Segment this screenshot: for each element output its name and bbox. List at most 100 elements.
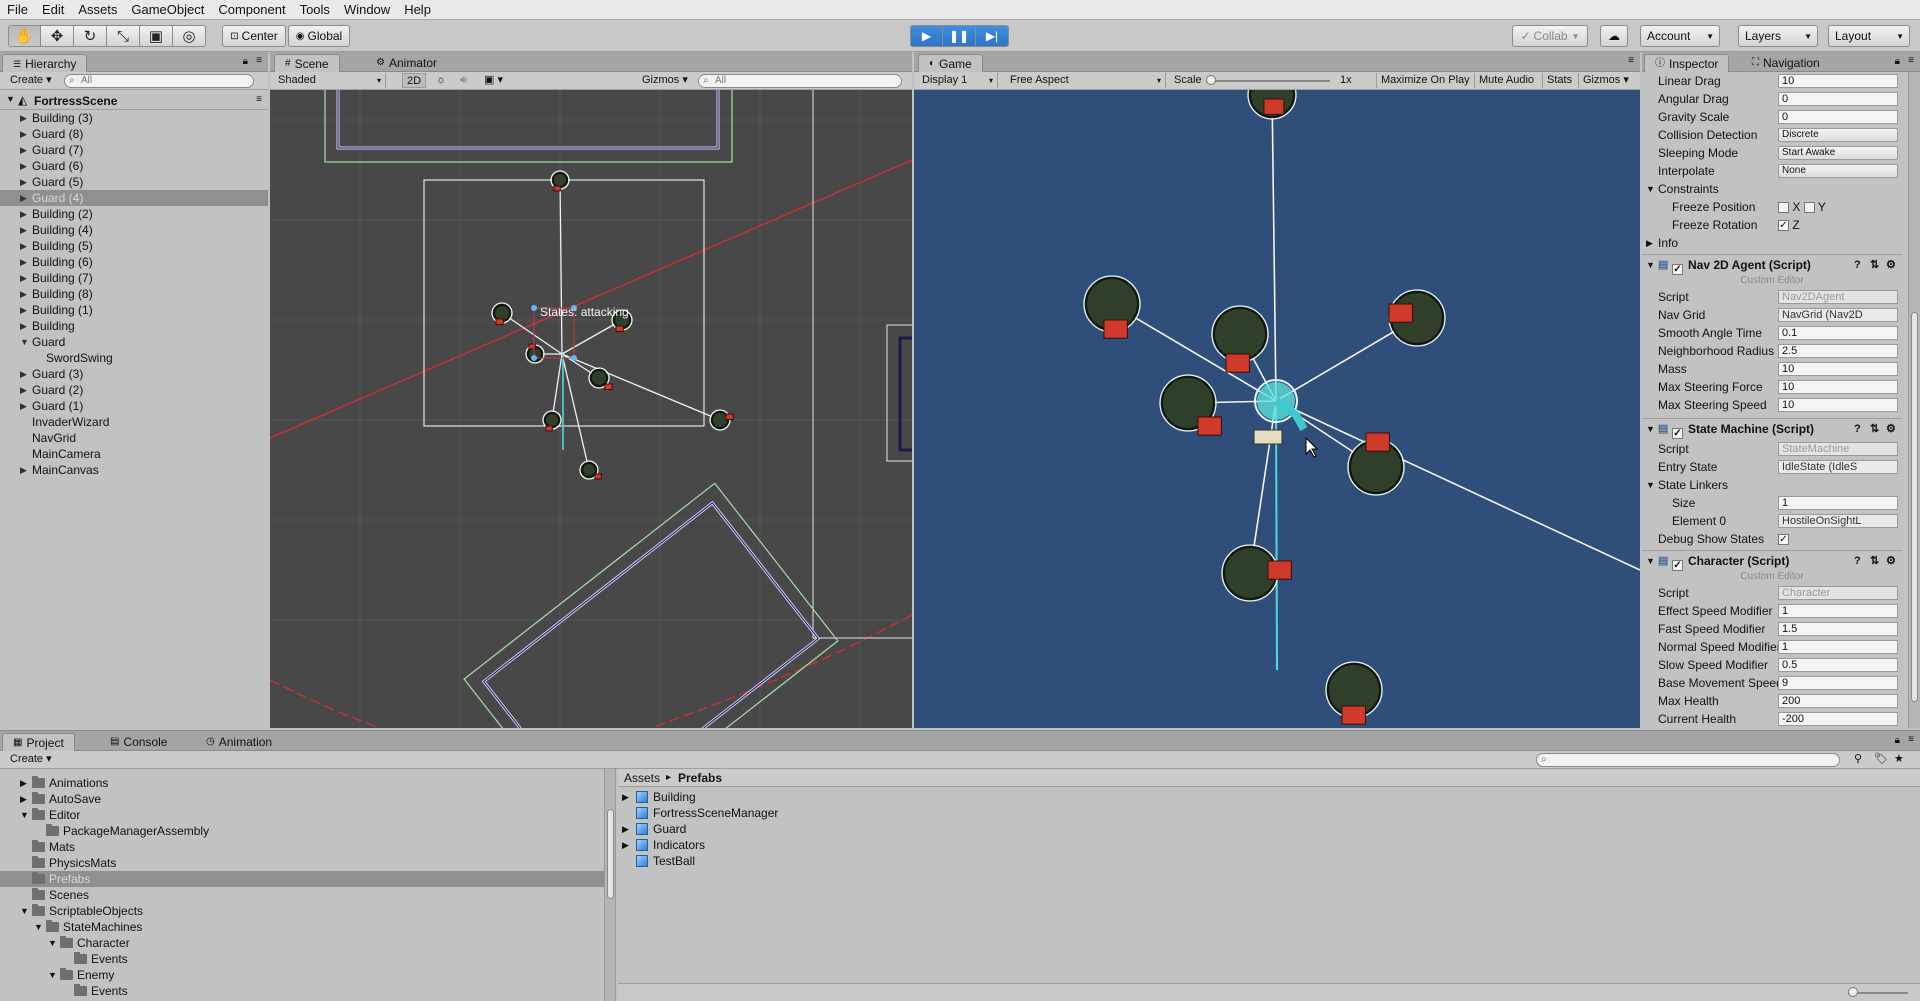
- scene-gizmos-dropdown[interactable]: Gizmos ▾: [638, 73, 692, 88]
- asset-item[interactable]: ▶ Indicators: [618, 837, 1218, 853]
- tab-animator[interactable]: ⚙ Animator: [366, 54, 447, 72]
- hierarchy-item[interactable]: ▶ Building (3): [0, 110, 268, 126]
- collapse-arrow-icon[interactable]: ▶: [20, 382, 30, 398]
- field-input[interactable]: 0.5: [1778, 658, 1898, 672]
- object-field[interactable]: HostileOnSightL: [1778, 514, 1898, 528]
- hierarchy-item[interactable]: ▶ MainCanvas: [0, 462, 268, 478]
- expand-arrow-icon[interactable]: ▼: [48, 967, 57, 983]
- field-input[interactable]: -200: [1778, 712, 1898, 726]
- hierarchy-item[interactable]: ▶ Guard (1): [0, 398, 268, 414]
- folder-item[interactable]: ▶ AutoSave: [0, 791, 604, 807]
- hand-tool-icon[interactable]: ✋: [8, 25, 41, 47]
- asset-item[interactable]: ▶ Building: [618, 789, 1218, 805]
- folder-tree-scrollbar[interactable]: [604, 769, 616, 1001]
- collapse-arrow-icon[interactable]: ▶: [20, 254, 30, 270]
- menu-item[interactable]: Edit: [35, 0, 71, 20]
- hierarchy-create-button[interactable]: Create ▾: [6, 73, 56, 88]
- collapse-arrow-icon[interactable]: ▶: [20, 222, 30, 238]
- move-tool-icon[interactable]: ✥: [41, 25, 74, 47]
- folder-item[interactable]: Scenes: [0, 887, 604, 903]
- scene-search-input[interactable]: All: [698, 74, 902, 88]
- collapse-arrow-icon[interactable]: ▶: [20, 110, 30, 126]
- folder-item[interactable]: Prefabs: [0, 871, 604, 887]
- field-input[interactable]: 0: [1778, 110, 1898, 124]
- asset-item[interactable]: TestBall: [618, 853, 1218, 869]
- hierarchy-item[interactable]: ▼ Guard: [0, 334, 268, 350]
- menu-item[interactable]: Component: [211, 0, 292, 20]
- debug-show-states-checkbox[interactable]: ✓: [1778, 534, 1789, 546]
- scrollbar-thumb[interactable]: [1911, 312, 1918, 702]
- hierarchy-item[interactable]: ▶ Building (4): [0, 222, 268, 238]
- folder-item[interactable]: PhysicsMats: [0, 855, 604, 871]
- collapse-arrow-icon[interactable]: ▶: [20, 775, 27, 791]
- field-dropdown[interactable]: Discrete: [1778, 128, 1898, 142]
- tab-inspector[interactable]: ⓘ Inspector: [1644, 54, 1730, 72]
- freeze-z-checkbox[interactable]: ✓: [1778, 220, 1789, 232]
- collapse-arrow-icon[interactable]: ▶: [20, 174, 30, 190]
- gear-icon[interactable]: ⚙: [1886, 419, 1896, 439]
- info-foldout[interactable]: ▶ Info: [1642, 234, 1902, 252]
- collapse-arrow-icon[interactable]: ▶: [622, 789, 629, 805]
- field-input[interactable]: 0.1: [1778, 326, 1898, 340]
- rotate-tool-icon[interactable]: ↻: [74, 25, 107, 47]
- game-gizmos-dropdown[interactable]: Gizmos ▾: [1578, 73, 1633, 88]
- hierarchy-item[interactable]: ▶ Building (5): [0, 238, 268, 254]
- hierarchy-item[interactable]: ▶ Building (6): [0, 254, 268, 270]
- collab-button[interactable]: ✓ Collab ▼: [1512, 25, 1588, 47]
- scrollbar-thumb[interactable]: [607, 809, 614, 899]
- tab-game[interactable]: ◐ Game: [918, 54, 983, 72]
- folder-item[interactable]: Mats: [0, 839, 604, 855]
- hierarchy-item[interactable]: NavGrid: [0, 430, 268, 446]
- field-input[interactable]: 1: [1778, 640, 1898, 654]
- help-icon[interactable]: ?: [1854, 551, 1861, 571]
- field-dropdown[interactable]: None: [1778, 164, 1898, 178]
- game-viewport[interactable]: [914, 90, 1640, 728]
- layers-dropdown[interactable]: Layers ▼: [1738, 25, 1818, 47]
- breadcrumb-assets[interactable]: Assets: [624, 769, 660, 787]
- play-icon[interactable]: ▶: [910, 25, 943, 47]
- project-create-button[interactable]: Create ▾: [6, 752, 56, 767]
- object-field[interactable]: IdleState (IdleS: [1778, 460, 1898, 474]
- constraints-foldout[interactable]: ▼ Constraints: [1642, 180, 1902, 198]
- field-input[interactable]: 1: [1778, 604, 1898, 618]
- field-input[interactable]: 9: [1778, 676, 1898, 690]
- favorite-star-icon[interactable]: ★: [1890, 752, 1908, 767]
- collapse-arrow-icon[interactable]: ▶: [20, 270, 30, 286]
- object-field[interactable]: Character: [1778, 586, 1898, 600]
- cloud-button[interactable]: ☁: [1600, 25, 1628, 47]
- hierarchy-item[interactable]: ▶ Building (8): [0, 286, 268, 302]
- collapse-arrow-icon[interactable]: ▶: [20, 302, 30, 318]
- field-input[interactable]: 200: [1778, 694, 1898, 708]
- collapse-arrow-icon[interactable]: ▶: [20, 158, 30, 174]
- collapse-arrow-icon[interactable]: ▶: [20, 126, 30, 142]
- aspect-dropdown[interactable]: Free Aspect ▾: [1006, 73, 1166, 88]
- hierarchy-item[interactable]: SwordSwing: [0, 350, 268, 366]
- lighting-toggle-icon[interactable]: ☼: [432, 73, 450, 88]
- object-field[interactable]: NavGrid (Nav2D: [1778, 308, 1898, 322]
- scale-slider-thumb[interactable]: [1206, 75, 1216, 85]
- character-header[interactable]: ▼ ▤ ✓ Character (Script) ? ⇅ ⚙: [1642, 550, 1902, 572]
- nav2d-agent-header[interactable]: ▼ ▤ ✓ Nav 2D Agent (Script) ? ⇅ ⚙: [1642, 254, 1902, 276]
- folder-item[interactable]: ▼ ScriptableObjects: [0, 903, 604, 919]
- collapse-arrow-icon[interactable]: ▶: [20, 398, 30, 414]
- panel-menu-icon[interactable]: ≡: [1908, 55, 1914, 66]
- folder-item[interactable]: ▼ StateMachines: [0, 919, 604, 935]
- component-enabled-checkbox[interactable]: ✓: [1672, 428, 1683, 440]
- state-linkers-foldout[interactable]: ▼ State Linkers: [1642, 476, 1902, 494]
- field-input[interactable]: 10: [1778, 74, 1898, 88]
- tab-navigation[interactable]: ⛶ Navigation: [1742, 54, 1830, 72]
- tab-scene[interactable]: # Scene: [274, 54, 340, 72]
- expand-arrow-icon[interactable]: ▼: [34, 919, 43, 935]
- expand-arrow-icon[interactable]: ▼: [20, 903, 29, 919]
- field-input[interactable]: 1: [1778, 496, 1898, 510]
- expand-arrow-icon[interactable]: ▼: [48, 935, 57, 951]
- lock-icon[interactable]: 🔒︎: [1895, 56, 1900, 67]
- collapse-arrow-icon[interactable]: ▶: [20, 206, 30, 222]
- freeze-y-checkbox[interactable]: [1803, 202, 1815, 214]
- expand-arrow-icon[interactable]: ▼: [6, 94, 15, 104]
- hierarchy-item[interactable]: ▶ Guard (4): [0, 190, 268, 206]
- menu-item[interactable]: GameObject: [124, 0, 211, 20]
- account-dropdown[interactable]: Account ▼: [1640, 25, 1720, 47]
- object-field[interactable]: StateMachine: [1778, 442, 1898, 456]
- expand-arrow-icon[interactable]: ▼: [20, 807, 29, 823]
